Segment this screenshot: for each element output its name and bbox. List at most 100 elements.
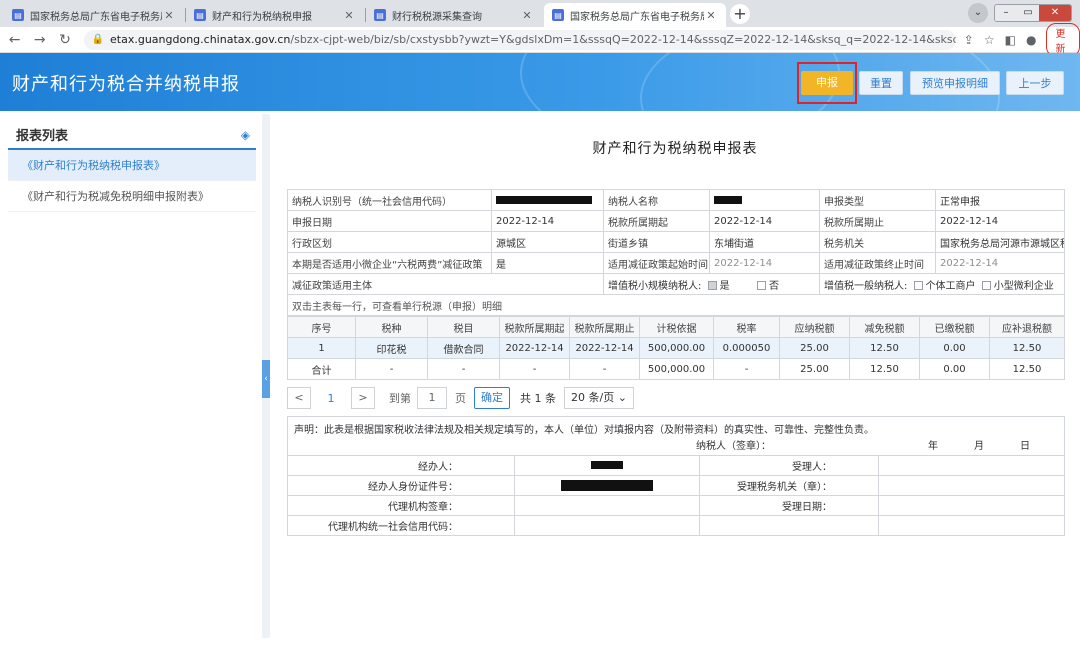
period-end-label: 税款所属期止 bbox=[819, 210, 936, 232]
detail-hint: 双击主表每一行，可查看单行税源（申报）明细 bbox=[287, 294, 1065, 316]
agent-id-value bbox=[514, 475, 700, 496]
maximize-icon[interactable]: ▭ bbox=[1017, 5, 1039, 21]
column-header: 税目 bbox=[427, 316, 500, 338]
browser-tab-3[interactable]: ▤ 财行税税源采集查询 ✕ bbox=[366, 3, 542, 27]
small-scale-label: 增值税小规模纳税人: bbox=[608, 280, 702, 292]
declare-date-label: 申报日期 bbox=[287, 210, 492, 232]
policy-end-label: 适用减征政策终止时间 bbox=[819, 252, 936, 274]
redacted-block bbox=[561, 479, 653, 491]
small-scale-yes-checkbox[interactable] bbox=[707, 281, 717, 290]
lock-icon[interactable]: 🔒 bbox=[92, 34, 104, 45]
column-header: 应补退税额 bbox=[989, 316, 1065, 338]
column-header: 已缴税额 bbox=[919, 316, 990, 338]
address-bar[interactable]: 🔒 etax.guangdong.chinatax.gov.cn/sbzx-cj… bbox=[83, 29, 956, 50]
district-value: 源城区 bbox=[491, 231, 604, 253]
declare-type-value: 正常申报 bbox=[935, 189, 1065, 211]
table-cell: 12.50 bbox=[849, 337, 920, 359]
preview-details-button[interactable]: 预览申报明细 bbox=[910, 71, 1000, 95]
share-icon[interactable]: ⇪ bbox=[964, 33, 974, 47]
individual-business-checkbox[interactable] bbox=[913, 281, 923, 290]
table-row[interactable]: 1 印花税 借款合同 2022-12-14 2022-12-14 500,000… bbox=[287, 337, 1065, 359]
table-cell: 12.50 bbox=[849, 358, 920, 380]
table-cell: - bbox=[713, 358, 780, 380]
redacted-block bbox=[591, 461, 623, 469]
tax-detail-table: 序号 税种 税目 税款所属期起 税款所属期止 计税依据 税率 应纳税额 减免税额… bbox=[287, 316, 1065, 380]
day-label: 日 bbox=[1020, 441, 1030, 452]
reset-button[interactable]: 重置 bbox=[859, 71, 903, 95]
collapse-chevron-icon[interactable]: ‹ bbox=[262, 360, 270, 398]
window-controls: ⌄ – ▭ ✕ bbox=[968, 3, 1072, 23]
empty-cell bbox=[699, 515, 879, 536]
report-item-attachment[interactable]: 《财产和行为税减免税明细申报附表》 bbox=[8, 181, 256, 212]
policy-start-value: 2022-12-14 bbox=[709, 252, 820, 274]
column-header: 计税依据 bbox=[639, 316, 714, 338]
layers-icon[interactable]: ◈ bbox=[241, 128, 250, 142]
url-host: etax.guangdong.chinatax.gov.cn bbox=[110, 33, 291, 46]
sign-date: 年 月 日 bbox=[928, 437, 1030, 452]
tab-search-chevron-icon[interactable]: ⌄ bbox=[968, 3, 988, 23]
close-tab-icon[interactable]: ✕ bbox=[342, 9, 356, 22]
back-arrow-icon[interactable]: ← bbox=[4, 32, 25, 48]
redacted-block bbox=[496, 195, 592, 204]
agency-seal-label: 代理机构签章： bbox=[287, 495, 515, 516]
column-header: 税率 bbox=[713, 316, 780, 338]
tab-title: 财产和行为税纳税申报 bbox=[212, 11, 312, 23]
tab-title: 财行税税源采集查询 bbox=[392, 11, 482, 23]
close-window-icon[interactable]: ✕ bbox=[1039, 5, 1071, 21]
close-tab-icon[interactable]: ✕ bbox=[520, 9, 534, 22]
report-list-heading: 报表列表 bbox=[16, 128, 69, 144]
micro-enterprise-label: 小型微利企业 bbox=[993, 280, 1054, 292]
table-row-total[interactable]: 合计 - - - - 500,000.00 - 25.00 12.50 0.00… bbox=[287, 358, 1065, 380]
reload-icon[interactable]: ↻ bbox=[54, 32, 75, 48]
column-header: 税款所属期止 bbox=[569, 316, 640, 338]
column-header: 税种 bbox=[355, 316, 428, 338]
year-label: 年 bbox=[928, 441, 938, 452]
previous-step-button[interactable]: 上一步 bbox=[1006, 71, 1064, 95]
table-cell: 500,000.00 bbox=[639, 358, 714, 380]
new-tab-plus-icon[interactable]: + bbox=[730, 4, 750, 24]
forward-arrow-icon[interactable]: → bbox=[29, 32, 50, 48]
receiver-office-label: 受理税务机关（章）： bbox=[699, 475, 879, 496]
current-page[interactable]: 1 bbox=[317, 392, 345, 405]
close-tab-icon[interactable]: ✕ bbox=[704, 9, 718, 22]
receive-date-label: 受理日期： bbox=[699, 495, 879, 516]
receive-date-value bbox=[878, 495, 1065, 516]
taxpayer-name-label: 纳税人名称 bbox=[603, 189, 710, 211]
period-start-label: 税款所属期起 bbox=[603, 210, 710, 232]
url-path: /sbzx-cjpt-web/biz/sb/cxstysbb?ywzt=Y&gd… bbox=[290, 33, 956, 46]
next-page-button[interactable]: > bbox=[351, 387, 375, 409]
table-cell: 合计 bbox=[287, 358, 356, 380]
toolbar-icons: ⇪ ☆ ◧ ● 更新 bbox=[964, 22, 1080, 57]
table-cell: 0.000050 bbox=[713, 337, 780, 359]
table-cell: 借款合同 bbox=[427, 337, 500, 359]
small-scale-no-label: 否 bbox=[768, 280, 779, 292]
minimize-icon[interactable]: – bbox=[995, 5, 1017, 21]
site-favicon-icon: ▤ bbox=[552, 9, 564, 21]
page-size-select[interactable]: 20 条/页 ⌄ bbox=[564, 387, 634, 409]
goto-confirm-button[interactable]: 确定 bbox=[474, 387, 510, 409]
tab-title: 国家税务总局广东省电子税务局 bbox=[570, 11, 704, 23]
declaration-table: 声明：此表是根据国家税收法律法规及相关规定填写的，本人（单位）对填报内容（及附带… bbox=[287, 416, 1065, 536]
browser-tab-4-active[interactable]: ▤ 国家税务总局广东省电子税务局 ✕ bbox=[544, 3, 726, 27]
agency-seal-value bbox=[514, 495, 700, 516]
taxpayer-name-value bbox=[709, 189, 820, 211]
general-taxpayer-group: 增值税一般纳税人: 个体工商户 小型微利企业 bbox=[819, 273, 1065, 295]
tax-office-label: 税务机关 bbox=[819, 231, 936, 253]
browser-tab-1[interactable]: ▤ 国家税务总局广东省电子税务局 ✕ bbox=[4, 3, 184, 27]
small-scale-no-checkbox[interactable] bbox=[756, 281, 766, 290]
browser-tab-2[interactable]: ▤ 财产和行为税纳税申报 ✕ bbox=[186, 3, 364, 27]
goto-page-input[interactable]: 1 bbox=[417, 387, 447, 409]
side-panel-icon[interactable]: ◧ bbox=[1005, 33, 1016, 47]
prev-page-button[interactable]: < bbox=[287, 387, 311, 409]
table-cell: - bbox=[355, 358, 428, 380]
close-tab-icon[interactable]: ✕ bbox=[162, 9, 176, 22]
goto-label: 到第 bbox=[389, 392, 411, 405]
bookmark-star-icon[interactable]: ☆ bbox=[984, 33, 995, 47]
update-button[interactable]: 更新 bbox=[1046, 22, 1080, 57]
table-cell: - bbox=[427, 358, 500, 380]
district-label: 行政区划 bbox=[287, 231, 492, 253]
report-item-main[interactable]: 《财产和行为税纳税申报表》 bbox=[8, 150, 256, 181]
subject-label: 减征政策适用主体 bbox=[287, 273, 604, 295]
micro-enterprise-checkbox[interactable] bbox=[981, 281, 991, 290]
profile-avatar-icon[interactable]: ● bbox=[1026, 33, 1036, 47]
